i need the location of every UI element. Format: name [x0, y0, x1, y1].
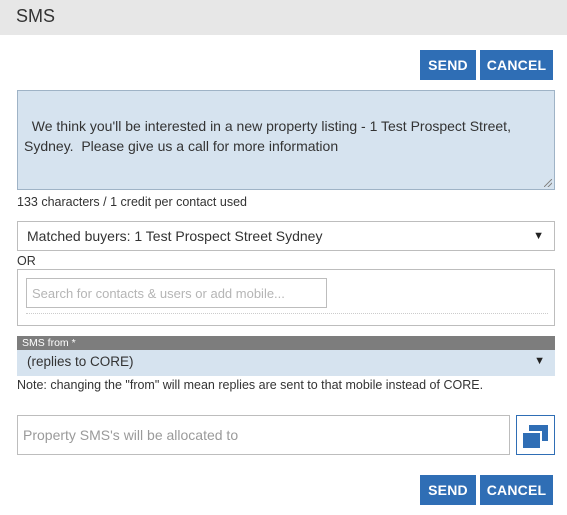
contacts-container [17, 269, 555, 326]
recipient-group-value: Matched buyers: 1 Test Prospect Street S… [27, 228, 323, 244]
sms-from-select[interactable]: (replies to CORE) ▼ [17, 350, 555, 376]
recipient-group-select[interactable]: Matched buyers: 1 Test Prospect Street S… [17, 221, 555, 251]
cancel-button-top[interactable]: CANCEL [480, 50, 553, 80]
allocation-input[interactable] [17, 415, 510, 455]
cancel-button-bottom[interactable]: CANCEL [480, 475, 553, 505]
resize-grip-icon[interactable] [544, 179, 552, 187]
divider [26, 313, 548, 314]
contact-search-input[interactable] [26, 278, 327, 308]
or-label: OR [17, 254, 36, 268]
windows-icon [523, 431, 542, 448]
character-count: 133 characters / 1 credit per contact us… [17, 195, 247, 209]
send-button-bottom[interactable]: SEND [420, 475, 476, 505]
message-text: We think you'll be interested in a new p… [24, 118, 515, 154]
dialog-title: SMS [16, 6, 56, 26]
dialog-title-bar: SMS [0, 0, 567, 35]
message-textarea[interactable]: We think you'll be interested in a new p… [17, 90, 555, 190]
caret-down-icon: ▼ [533, 230, 544, 242]
sms-from-label: SMS from * [17, 336, 555, 350]
sms-from-note: Note: changing the "from" will mean repl… [17, 378, 484, 392]
allocation-picker-button[interactable] [516, 415, 555, 455]
sms-from-value: (replies to CORE) [27, 354, 134, 369]
send-button-top[interactable]: SEND [420, 50, 476, 80]
caret-down-icon: ▼ [534, 355, 545, 367]
